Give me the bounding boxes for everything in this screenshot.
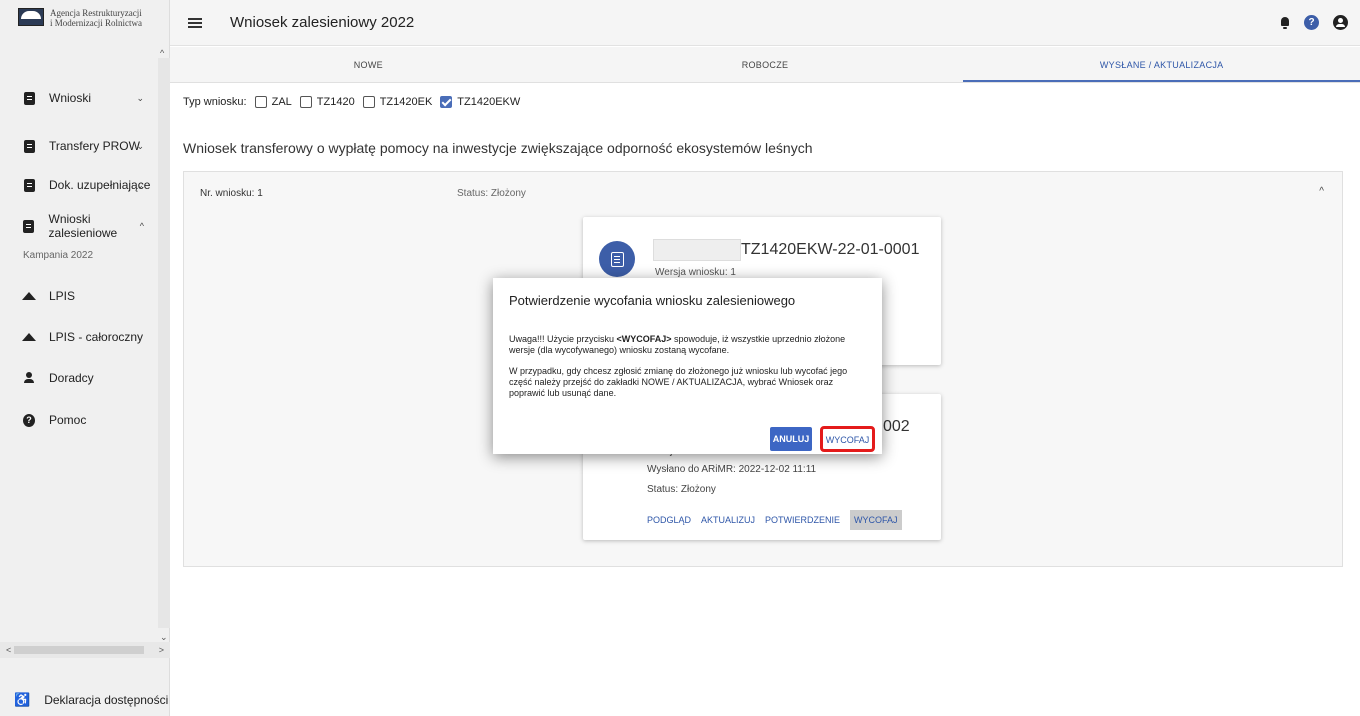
checkbox-zal[interactable] xyxy=(254,96,267,108)
chevron-down-icon: ⌄ xyxy=(136,179,144,190)
scroll-left-icon[interactable]: < xyxy=(6,645,11,655)
card-actions: PODGLĄD AKTUALIZUJ POTWIERDZENIE WYCOFAJ xyxy=(647,510,902,530)
sidebar-item-label: Wnioski xyxy=(49,91,92,105)
dialog-warning-text: Uwaga!!! Użycie przycisku <WYCOFAJ> spow… xyxy=(509,334,846,355)
sidebar: Agencja Restrukturyzacji i Modernizacji … xyxy=(0,0,170,716)
sidebar-item-lpis-caloroczny[interactable]: LPIS - całoroczny xyxy=(0,327,158,347)
app-header: Wniosek zalesieniowy 2022 ? xyxy=(170,0,1360,46)
chevron-down-icon: ⌄ xyxy=(136,140,144,151)
checkbox-label: TZ1420EKW xyxy=(457,96,521,108)
application-number: Nr. wniosku: 1 xyxy=(200,188,263,199)
dialog-info-text: W przypadku, gdy chcesz zgłosić zmianę d… xyxy=(509,366,848,398)
card-sent-date: Wysłano do ARiMR: 2022-12-02 11:11 xyxy=(647,464,817,475)
panel-header[interactable]: Nr. wniosku: 1 Status: Złożony ^ xyxy=(184,172,1342,216)
app-title: Wniosek zalesieniowy 2022 xyxy=(230,14,415,31)
update-button[interactable]: AKTUALIZUJ xyxy=(701,515,755,525)
document-icon xyxy=(23,91,35,105)
bell-icon[interactable] xyxy=(1280,16,1290,29)
sidebar-scrollbar[interactable] xyxy=(158,58,170,628)
sidebar-item-dok-uzupelniajace[interactable]: Dok. uzupełniające ⌄ xyxy=(0,175,158,195)
confirm-withdraw-dialog: Potwierdzenie wycofania wniosku zalesien… xyxy=(493,278,882,454)
card-status: Status: Złożony xyxy=(647,484,716,495)
redacted-field xyxy=(653,239,741,261)
accessibility-label: Deklaracja dostępności xyxy=(44,693,169,707)
checkbox-tz1420[interactable] xyxy=(299,96,312,108)
sidebar-item-label: LPIS xyxy=(49,289,76,303)
checkbox-label: ZAL xyxy=(271,96,292,108)
logo-line1: Agencja Restrukturyzacji xyxy=(50,8,142,18)
confirmation-button[interactable]: POTWIERDZENIE xyxy=(765,515,840,525)
card-application-number: TZ1420EKW-22-01-0001 xyxy=(741,241,920,258)
checkbox-tz1420ekw[interactable] xyxy=(440,96,453,108)
scroll-right-icon[interactable]: > xyxy=(159,645,164,655)
filter-label: Typ wniosku: xyxy=(183,96,247,108)
tab-robocze[interactable]: ROBOCZE xyxy=(567,47,964,82)
sidebar-item-lpis[interactable]: LPIS xyxy=(0,286,158,306)
help-icon: ? xyxy=(23,413,35,427)
cancel-button[interactable]: ANULUJ xyxy=(770,427,812,451)
arimr-logo-icon xyxy=(18,8,44,26)
sidebar-item-pomoc[interactable]: ? Pomoc xyxy=(0,410,158,430)
document-icon xyxy=(23,139,35,153)
sidebar-item-doradcy[interactable]: Doradcy xyxy=(0,368,158,388)
sidebar-item-label: LPIS - całoroczny xyxy=(49,330,144,344)
withdraw-confirm-button[interactable]: WYCOFAJ xyxy=(820,426,875,452)
sidebar-item-label: Pomoc xyxy=(49,413,87,427)
chevron-up-icon[interactable]: ^ xyxy=(1319,186,1324,197)
page-title: Wniosek transferowy o wypłatę pomocy na … xyxy=(183,140,813,156)
sidebar-item-transfery-prow[interactable]: Transfery PROW ⌄ xyxy=(0,136,158,156)
sidebar-item-wnioski[interactable]: Wnioski ⌄ xyxy=(0,88,158,108)
application-status: Status: Złożony xyxy=(457,188,526,199)
document-icon xyxy=(23,178,35,192)
sidebar-subitem-kampania[interactable]: Kampania 2022 xyxy=(23,250,93,261)
checkbox-label: TZ1420EK xyxy=(379,96,433,108)
logo-line2: i Modernizacji Rolnictwa xyxy=(50,18,142,28)
accessibility-link[interactable]: ♿ Deklaracja dostępności xyxy=(14,692,168,708)
document-list-icon xyxy=(610,251,624,267)
accessibility-icon: ♿ xyxy=(14,692,31,707)
chevron-down-icon: ⌄ xyxy=(136,92,144,103)
dialog-title: Potwierdzenie wycofania wniosku zalesien… xyxy=(509,293,796,308)
help-icon[interactable]: ? xyxy=(1304,15,1319,30)
mountain-icon xyxy=(22,330,36,344)
document-icon xyxy=(23,219,35,233)
scrollbar-thumb[interactable] xyxy=(14,646,144,654)
person-icon xyxy=(23,371,35,385)
sidebar-item-wnioski-zalesieniowe[interactable]: Wnioski zalesieniowe ^ xyxy=(0,212,158,240)
user-account-icon[interactable] xyxy=(1333,15,1348,30)
sidebar-item-label: Doradcy xyxy=(49,371,94,385)
withdraw-button[interactable]: WYCOFAJ xyxy=(850,510,902,530)
tab-nowe[interactable]: NOWE xyxy=(170,47,567,82)
checkbox-tz1420ek[interactable] xyxy=(362,96,375,108)
sidebar-item-label: Transfery PROW xyxy=(49,139,140,153)
tab-bar: NOWE ROBOCZE WYSŁANE / AKTUALIZACJA xyxy=(170,47,1360,83)
scroll-up-icon[interactable]: ^ xyxy=(160,48,164,58)
sidebar-item-label: Dok. uzupełniające xyxy=(49,178,151,192)
tab-wyslane-aktualizacja[interactable]: WYSŁANE / AKTUALIZACJA xyxy=(963,47,1360,82)
chevron-up-icon: ^ xyxy=(139,221,144,231)
card-version: Wersja wniosku: 1 xyxy=(655,267,736,278)
checkbox-label: TZ1420 xyxy=(316,96,355,108)
card-application-number: 002 xyxy=(883,418,910,435)
type-filter: Typ wniosku: ZAL TZ1420 TZ1420EK TZ1420E… xyxy=(183,96,520,108)
logo: Agencja Restrukturyzacji i Modernizacji … xyxy=(0,0,170,46)
sidebar-horizontal-scrollbar[interactable]: < > xyxy=(0,642,170,658)
preview-button[interactable]: PODGLĄD xyxy=(647,515,691,525)
hamburger-menu-icon[interactable] xyxy=(188,17,202,28)
mountain-icon xyxy=(22,289,36,303)
document-avatar xyxy=(599,241,635,277)
